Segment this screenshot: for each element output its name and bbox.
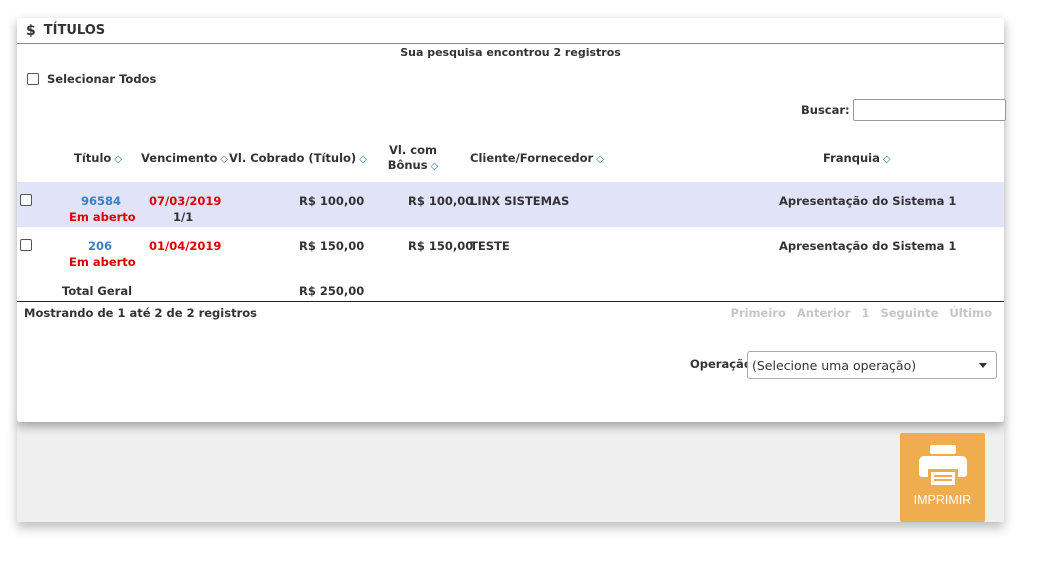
vencimento: 01/04/2019 <box>149 239 222 253</box>
printer-icon <box>918 445 967 485</box>
pager-previous[interactable]: Anterior <box>797 306 851 320</box>
header-vl-cobrado[interactable]: Vl. Cobrado (Título) ◇ <box>229 151 367 165</box>
titulo-link[interactable]: 206 <box>88 239 112 253</box>
panel-title: TÍTULOS <box>43 23 106 38</box>
table-bottom-divider <box>17 301 1004 302</box>
sort-icon: ◇ <box>359 154 367 165</box>
sort-icon: ◇ <box>596 154 604 165</box>
titulos-panel: $ TÍTULOS Sua pesquisa encontrou 2 regis… <box>17 18 1006 422</box>
status-text: Em aberto <box>69 255 136 269</box>
select-all[interactable]: Selecionar Todos <box>27 72 156 86</box>
parcela: 1/1 <box>173 210 194 224</box>
vencimento: 07/03/2019 <box>149 194 222 208</box>
search-label: Buscar: <box>801 103 850 117</box>
vl-cobrado: R$ 100,00 <box>299 194 365 208</box>
pager-next[interactable]: Seguinte <box>880 306 938 320</box>
pagination: Primeiro Anterior 1 Seguinte Último <box>731 306 992 320</box>
row-checkbox[interactable] <box>20 194 32 206</box>
operation-label: Operação <box>690 357 752 371</box>
search-summary: Sua pesquisa encontrou 2 registros <box>400 46 621 59</box>
franquia: Apresentação do Sistema 1 <box>779 194 957 208</box>
header-vencimento-label: Vencimento <box>141 151 218 165</box>
cliente: TESTE <box>470 239 510 253</box>
operation-selected-value: (Selecione uma operação) <box>752 357 917 373</box>
sort-icon: ◇ <box>114 154 123 165</box>
search-input[interactable] <box>852 99 1006 121</box>
pagination-info: Mostrando de 1 até 2 de 2 registros <box>24 306 257 320</box>
bottom-area <box>17 418 1004 522</box>
header-vl-bonus-line2: Bônus <box>387 158 428 172</box>
sort-icon: ◇ <box>430 161 439 172</box>
header-titulo-label: Título <box>74 151 112 165</box>
header-vl-bonus-line1: Vl. com <box>389 143 437 157</box>
pager-first[interactable]: Primeiro <box>731 306 786 320</box>
table-row[interactable]: 96584 Em aberto 07/03/2019 1/1 R$ 100,00… <box>17 182 1004 227</box>
sort-icon: ◇ <box>882 154 891 165</box>
select-all-label: Selecionar Todos <box>47 72 157 86</box>
franquia: Apresentação do Sistema 1 <box>779 239 957 253</box>
sort-icon: ◇ <box>220 154 229 165</box>
header-cliente-label: Cliente/Fornecedor <box>470 151 594 165</box>
total-label: Total Geral <box>62 284 133 298</box>
vl-cobrado: R$ 150,00 <box>299 239 365 253</box>
dollar-icon: $ <box>26 22 36 39</box>
row-checkbox[interactable] <box>20 239 32 251</box>
pager-last[interactable]: Último <box>949 306 992 320</box>
header-cliente[interactable]: Cliente/Fornecedor ◇ <box>470 151 604 165</box>
print-button-label: IMPRIMIR <box>913 493 972 507</box>
titulo-link[interactable]: 96584 <box>81 194 121 208</box>
print-button[interactable]: IMPRIMIR <box>900 433 985 522</box>
status-text: Em aberto <box>69 210 136 224</box>
table-row[interactable]: 206 Em aberto 01/04/2019 R$ 150,00 R$ 15… <box>17 227 1004 275</box>
header-vl-bonus[interactable]: Vl. com Bônus ◇ <box>380 143 446 174</box>
vl-bonus: R$ 100,00 <box>408 194 474 208</box>
pager-page[interactable]: 1 <box>861 306 869 320</box>
operation-select[interactable]: (Selecione uma operação) <box>747 351 997 379</box>
header-vl-cobrado-label: Vl. Cobrado (Título) <box>229 151 357 165</box>
cliente: LINX SISTEMAS <box>470 194 570 208</box>
header-titulo[interactable]: Título ◇ <box>74 151 122 165</box>
chevron-down-icon <box>979 363 987 368</box>
header-vencimento[interactable]: Vencimento ◇ <box>141 151 228 165</box>
panel-header: $ TÍTULOS <box>17 18 1004 44</box>
search: Buscar: <box>801 99 1006 121</box>
header-franquia-label: Franquia <box>823 151 880 165</box>
select-all-checkbox[interactable] <box>27 73 39 85</box>
header-franquia[interactable]: Franquia ◇ <box>823 151 891 165</box>
vl-bonus: R$ 150,00 <box>408 239 474 253</box>
total-value: R$ 250,00 <box>299 284 365 298</box>
